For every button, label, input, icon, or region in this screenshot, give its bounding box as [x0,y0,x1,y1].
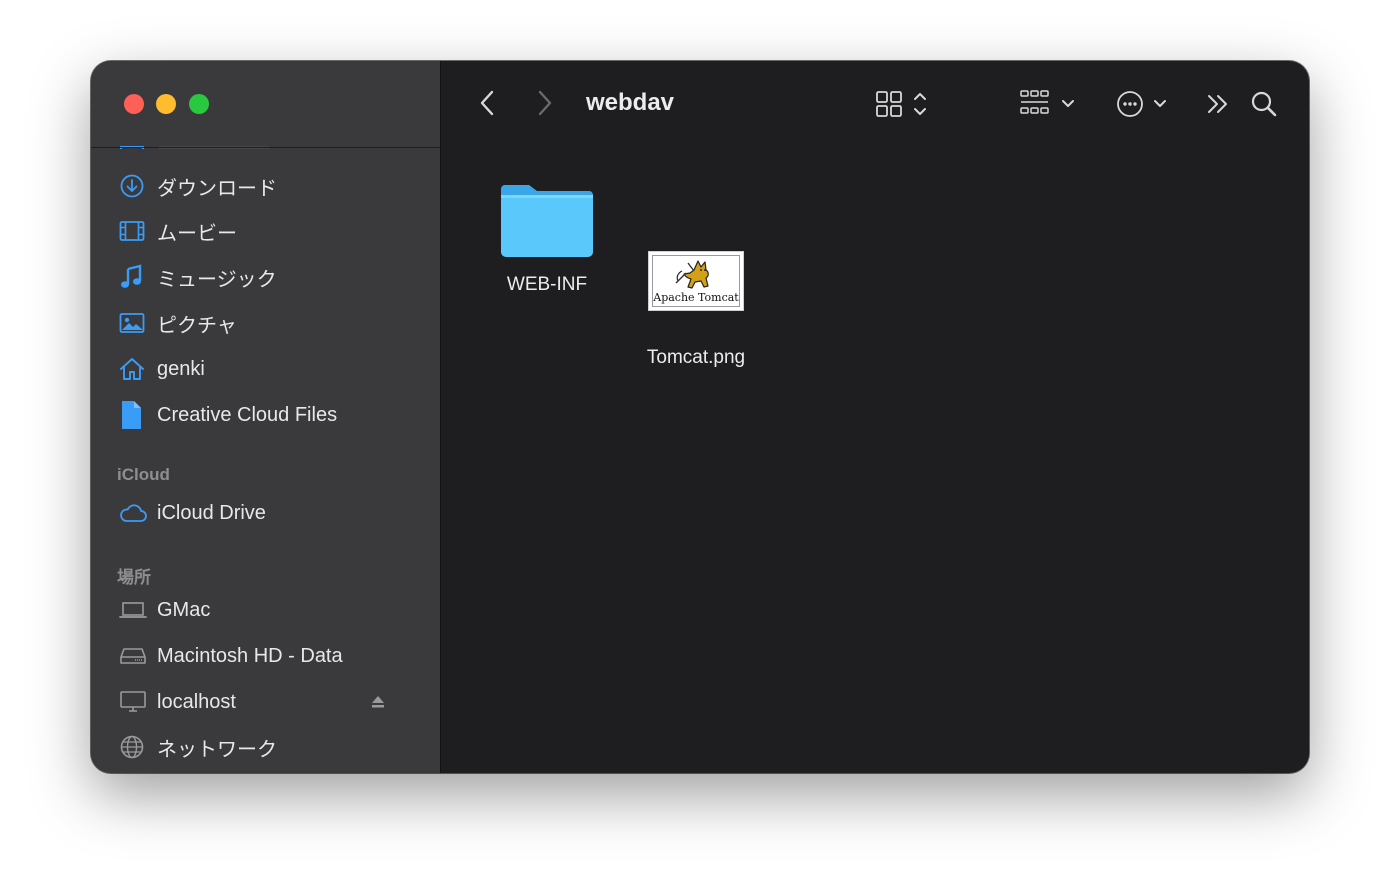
sidebar-item-macintosh-hd[interactable]: Macintosh HD - Data [119,639,419,673]
double-chevron-right-icon [1208,95,1227,113]
minimize-window-button[interactable] [156,94,176,114]
sidebar-item-label: Creative Cloud Files [157,403,338,426]
grid-view-icon [876,91,926,117]
group-button[interactable] [1019,89,1079,119]
view-mode-button[interactable] [875,89,935,119]
sidebar-item-movies[interactable]: ムービー [119,214,419,248]
toolbar: webdav [441,61,1309,147]
window-title: webdav [586,89,675,116]
sidebar-item-gmac[interactable]: GMac [119,593,419,627]
globe-icon [119,734,147,760]
home-icon [119,356,147,382]
sidebar-item-label: ネットワーク [157,738,277,761]
sidebar-item-label: ムービー [157,222,237,245]
sidebar-item-localhost[interactable]: localhost [119,685,419,719]
sidebar-item-label: ピクチャ [157,314,237,337]
eject-icon[interactable] [371,695,385,709]
document-icon [119,401,147,429]
more-toolbar-items-button[interactable] [1203,89,1233,119]
thumbnail-caption: Apache Tomcat [653,291,739,304]
file-name: WEB-INF [506,274,588,295]
group-grid-icon [1020,90,1074,114]
back-button[interactable] [475,87,499,119]
sidebar-item-home[interactable]: genki [119,352,419,386]
drive-icon [119,643,147,669]
cloud-icon [119,500,147,526]
file-item-tomcat-png[interactable]: Apache Tomcat Tomcat.png [631,251,761,369]
titlebar-divider [91,147,440,148]
download-icon [119,173,147,199]
ellipsis-circle-icon [1117,91,1166,117]
chevron-right-icon [538,90,552,116]
action-menu-button[interactable] [1115,89,1175,119]
file-name: Tomcat.png [646,347,746,368]
sidebar-item-downloads[interactable]: ダウンロード [119,169,419,203]
sidebar-item-music[interactable]: ミュージック [119,260,419,294]
sidebar-item-label: ミュージック [157,268,277,291]
sidebar-item-label: localhost [157,690,236,713]
film-icon [119,218,147,244]
display-icon [119,689,147,715]
sidebar: ダウンロード ムービー ミュージック ピクチャ genki Creative C… [91,61,441,773]
file-browser-content: WEB-INF Apache Tomcat Tomcat.png [441,147,1309,773]
sidebar-item-label: genki [157,357,205,380]
close-window-button[interactable] [124,94,144,114]
forward-button[interactable] [533,87,557,119]
sidebar-item-label: ダウンロード [157,177,277,200]
chevron-left-icon [480,90,494,116]
zoom-window-button[interactable] [189,94,209,114]
sidebar-item-icloud-drive[interactable]: iCloud Drive [119,496,419,530]
finder-window: ダウンロード ムービー ミュージック ピクチャ genki Creative C… [91,61,1309,773]
sidebar-item-label: Macintosh HD - Data [157,644,343,667]
photo-icon [119,310,147,336]
music-note-icon [119,264,147,290]
sidebar-item-network[interactable]: ネットワーク [119,730,419,764]
laptop-icon [119,597,147,623]
sidebar-item-pictures[interactable]: ピクチャ [119,306,419,340]
sidebar-item-label: GMac [157,598,211,621]
sidebar-item-creative-cloud[interactable]: Creative Cloud Files [119,398,419,432]
sidebar-section-locations: 場所 [117,568,151,587]
sidebar-item-label: iCloud Drive [157,501,266,524]
folder-icon [497,175,597,266]
search-icon [1251,91,1277,117]
tomcat-cat-icon [675,260,709,289]
tomcat-thumbnail: Apache Tomcat [648,251,744,311]
sidebar-section-icloud: iCloud [117,465,170,484]
file-item-web-inf[interactable]: WEB-INF [495,175,599,296]
search-button[interactable] [1249,89,1279,119]
